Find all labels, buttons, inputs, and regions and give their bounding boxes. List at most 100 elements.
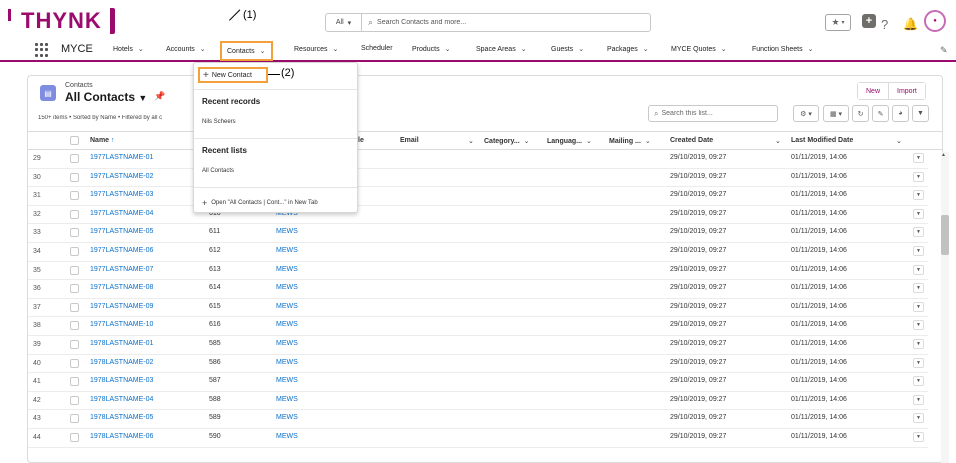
row-source-link[interactable]: MEWS (276, 396, 298, 403)
row-checkbox[interactable] (70, 265, 79, 275)
column-header-language[interactable]: Languag... ⌄ (547, 137, 592, 145)
contact-name-link[interactable]: 1978LASTNAME-01 (90, 340, 153, 347)
row-actions-button[interactable]: ▼ (913, 283, 924, 294)
contact-name-link[interactable]: 1977LASTNAME-02 (90, 173, 153, 180)
nav-item-products[interactable]: Products ⌄ (412, 45, 451, 53)
row-checkbox[interactable] (70, 247, 79, 256)
chevron-down-icon[interactable]: ⌄ (524, 138, 530, 145)
select-all-checkbox[interactable] (70, 136, 79, 145)
contact-name-link[interactable]: 1978LASTNAME-03 (90, 377, 153, 384)
contact-name-link[interactable]: 1977LASTNAME-10 (90, 321, 153, 328)
row-source-link[interactable]: MEWS (276, 377, 298, 384)
pin-icon[interactable]: 📌 (154, 91, 165, 102)
column-header-email[interactable]: Email (400, 137, 419, 144)
scroll-up-arrow[interactable]: ▲ (941, 152, 946, 158)
nav-item-contacts[interactable]: Contacts ⌄ (220, 41, 273, 61)
chevron-down-icon[interactable]: ⌄ (586, 138, 592, 145)
column-chevron[interactable]: ⌄ (775, 137, 781, 145)
column-header-partial[interactable]: le (358, 137, 364, 144)
row-checkbox[interactable] (70, 433, 79, 442)
contact-name-link[interactable]: 1978LASTNAME-06 (90, 433, 153, 440)
column-header-last-modified[interactable]: Last Modified Date (791, 137, 853, 144)
contact-name-link[interactable]: 1977LASTNAME-05 (90, 228, 153, 235)
contact-name-link[interactable]: 1977LASTNAME-04 (90, 210, 153, 217)
contact-name-link[interactable]: 1978LASTNAME-05 (90, 414, 153, 421)
row-actions-button[interactable]: ▼ (913, 413, 924, 424)
row-checkbox[interactable] (70, 414, 79, 424)
row-source-link[interactable]: MEWS (276, 303, 298, 310)
row-checkbox[interactable] (70, 395, 79, 405)
thynk-logo[interactable]: THYNK (8, 7, 115, 35)
column-header-mailing[interactable]: Mailing ... ⌄ (609, 137, 651, 145)
row-source-link[interactable]: MEWS (276, 433, 298, 440)
chevron-down-icon[interactable]: ⌄ (808, 46, 814, 53)
chevron-down-icon[interactable]: ⌄ (521, 46, 527, 53)
contact-name-link[interactable]: 1977LASTNAME-06 (90, 247, 153, 254)
row-source-link[interactable]: MEWS (276, 266, 298, 273)
pencil-icon[interactable]: ✎ (940, 45, 948, 56)
list-view-title[interactable]: All Contacts ▼ (65, 90, 147, 104)
row-checkbox[interactable] (70, 340, 79, 349)
row-checkbox[interactable] (70, 284, 79, 294)
nav-item-accounts[interactable]: Accounts ⌄ (166, 45, 206, 53)
chevron-down-icon[interactable]: ⌄ (332, 46, 338, 53)
filter-button[interactable]: ▼ (912, 105, 929, 122)
row-source-link[interactable]: MEWS (276, 414, 298, 421)
column-header-created-date[interactable]: Created Date (670, 137, 713, 144)
display-as-button[interactable]: ▦ ▾ (823, 105, 849, 122)
nav-item-hotels[interactable]: Hotels ⌄ (113, 45, 144, 53)
new-contact-menu-item[interactable]: + New Contact (198, 67, 268, 83)
row-actions-button[interactable]: ▼ (913, 264, 924, 275)
chevron-down-icon[interactable]: ⌄ (578, 46, 584, 53)
recent-record-item[interactable]: Nils Scheers (202, 119, 236, 125)
row-checkbox[interactable] (70, 228, 79, 238)
scrollbar-thumb[interactable] (941, 215, 949, 255)
row-checkbox[interactable] (70, 302, 79, 312)
nav-item-myce-quotes[interactable]: MYCE Quotes ⌄ (671, 45, 727, 53)
contact-name-link[interactable]: 1978LASTNAME-04 (90, 396, 153, 403)
favorites-button[interactable]: ★ ▾ (825, 14, 851, 31)
chevron-down-icon[interactable]: ⌄ (138, 46, 144, 53)
column-chevron[interactable]: ⌄ (468, 137, 474, 145)
row-actions-button[interactable]: ▼ (913, 171, 924, 182)
user-avatar[interactable]: ● (924, 10, 946, 32)
row-checkbox[interactable] (70, 154, 79, 163)
chart-button[interactable]: ◕ (892, 105, 909, 122)
list-search-input[interactable] (658, 110, 777, 117)
row-actions-button[interactable]: ▼ (913, 227, 924, 238)
contact-name-link[interactable]: 1978LASTNAME-02 (90, 359, 153, 366)
notifications-button[interactable]: 🔔 (903, 13, 918, 35)
row-source-link[interactable]: MEWS (276, 284, 298, 291)
chevron-down-icon[interactable]: ⌄ (721, 46, 727, 53)
row-checkbox[interactable] (70, 172, 79, 182)
row-source-link[interactable]: MEWS (276, 247, 298, 254)
chevron-down-icon[interactable]: ⌄ (260, 48, 266, 55)
open-in-new-tab-item[interactable]: + Open "All Contacts | Cont..." in New T… (202, 198, 318, 208)
contact-name-link[interactable]: 1977LASTNAME-03 (90, 191, 153, 198)
contact-name-link[interactable]: 1977LASTNAME-01 (90, 154, 153, 161)
row-checkbox[interactable] (70, 358, 79, 368)
scrollbar[interactable] (941, 152, 949, 463)
nav-item-resources[interactable]: Resources ⌄ (294, 45, 338, 53)
search-scope-select[interactable]: All ▾ (326, 14, 362, 31)
row-actions-button[interactable]: ▼ (913, 301, 924, 312)
row-checkbox[interactable] (70, 377, 79, 387)
nav-item-guests[interactable]: Guests ⌄ (551, 45, 584, 53)
chevron-down-icon[interactable]: ⌄ (643, 46, 649, 53)
row-actions-button[interactable]: ▼ (913, 394, 924, 405)
recent-list-item[interactable]: All Contacts (202, 168, 234, 174)
row-source-link[interactable]: MEWS (276, 321, 298, 328)
caret-down-icon[interactable]: ▼ (138, 93, 147, 103)
chevron-down-icon[interactable]: ⌄ (645, 138, 651, 145)
row-actions-button[interactable]: ▼ (913, 432, 924, 442)
row-actions-button[interactable]: ▼ (913, 208, 924, 219)
global-search-input[interactable] (373, 19, 650, 26)
row-actions-button[interactable]: ▼ (913, 357, 924, 368)
new-button[interactable]: New (858, 83, 889, 99)
nav-item-packages[interactable]: Packages ⌄ (607, 45, 649, 53)
row-checkbox[interactable] (70, 321, 79, 331)
contact-name-link[interactable]: 1977LASTNAME-08 (90, 284, 153, 291)
contact-name-link[interactable]: 1977LASTNAME-07 (90, 266, 153, 273)
global-actions-button[interactable]: + (862, 14, 876, 28)
settings-button[interactable]: ⚙ ▾ (793, 105, 819, 122)
